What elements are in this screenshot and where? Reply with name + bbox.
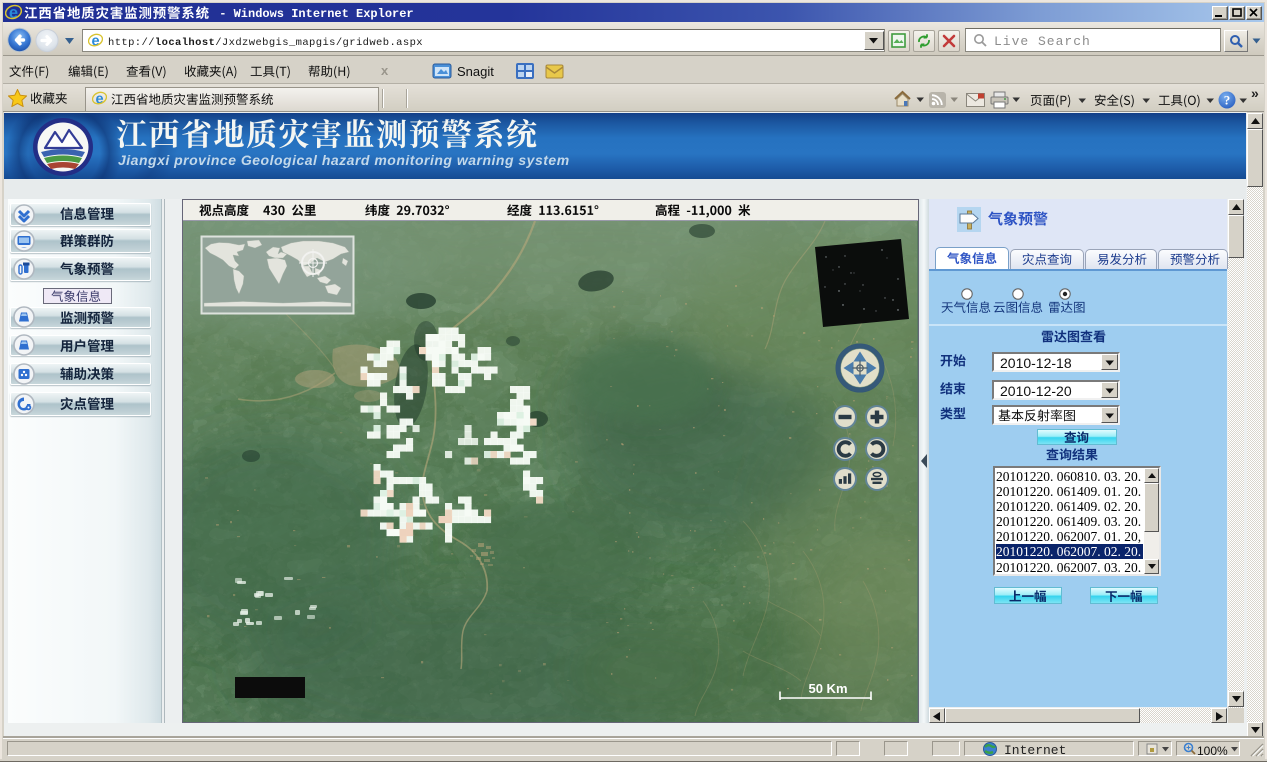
svg-text:50 Km: 50 Km xyxy=(808,681,847,696)
svg-text:?: ? xyxy=(1224,93,1231,108)
